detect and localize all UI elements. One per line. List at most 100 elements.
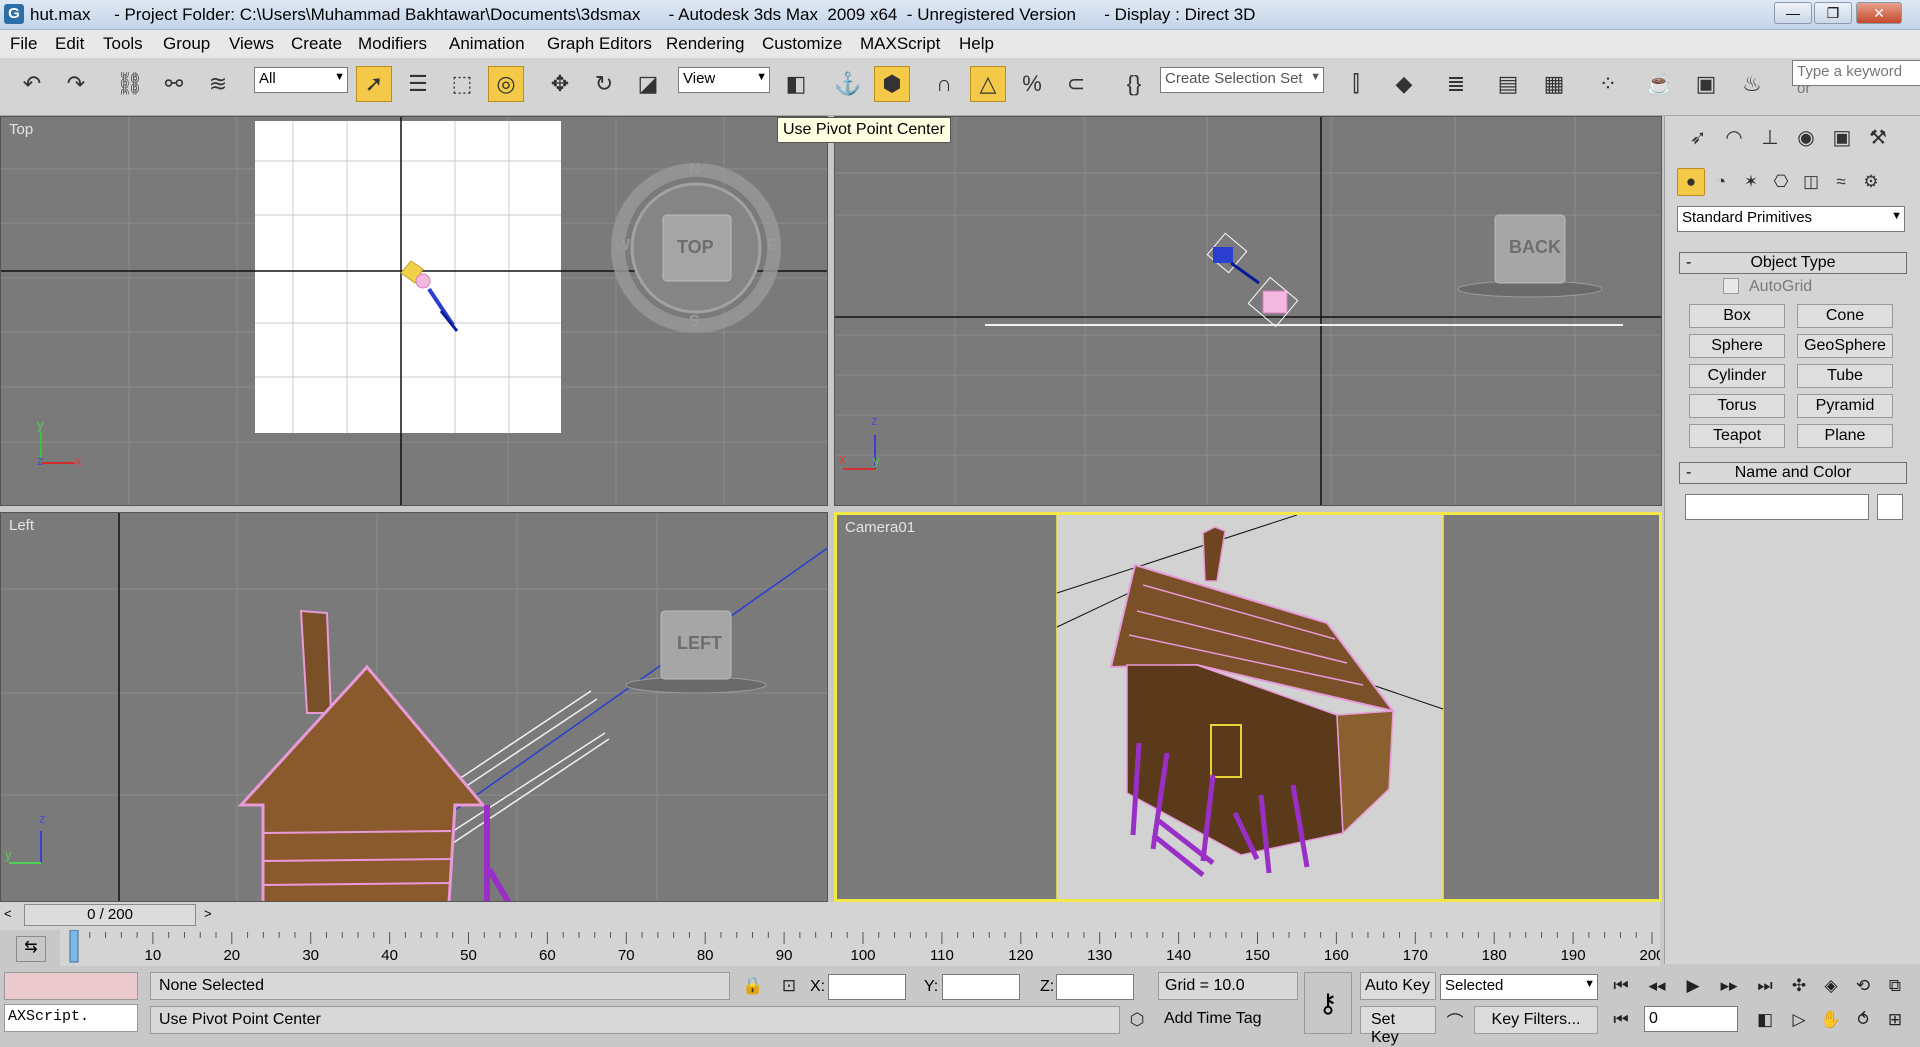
redo-icon[interactable]: ↷ [58, 66, 94, 102]
manipulate-icon[interactable]: ⚓ [830, 66, 866, 102]
auto-key-button[interactable]: Auto Key [1360, 972, 1436, 1000]
mirror-icon[interactable]: ⫿ [1338, 66, 1374, 102]
teapot-button[interactable]: Teapot [1689, 424, 1785, 448]
play-icon[interactable]: ▶ [1678, 972, 1708, 1000]
menu-create[interactable]: Create [291, 34, 342, 54]
cylinder-button[interactable]: Cylinder [1689, 364, 1785, 388]
viewport-camera[interactable]: Camera01 [834, 512, 1662, 902]
set-key-button[interactable]: Set Key [1360, 1006, 1436, 1046]
motion-tab-icon[interactable]: ◉ [1791, 122, 1821, 152]
snaps-toggle-icon[interactable]: ∩ [926, 66, 962, 102]
geosphere-button[interactable]: GeoSphere [1797, 334, 1893, 358]
align-icon[interactable]: ◆ [1386, 66, 1422, 102]
go-to-start-icon[interactable]: ⏮ [1606, 972, 1636, 1000]
select-and-link-icon[interactable]: ⛓ [112, 66, 148, 102]
menu-edit[interactable]: Edit [55, 34, 84, 54]
arc-rotate-icon[interactable]: ⟲ [1848, 972, 1878, 1000]
undo-icon[interactable]: ↶ [14, 66, 50, 102]
menu-rendering[interactable]: Rendering [666, 34, 744, 54]
menu-animation[interactable]: Animation [449, 34, 525, 54]
shapes-icon[interactable]: ◔ [1707, 168, 1735, 196]
menu-file[interactable]: File [10, 34, 37, 54]
quick-render-icon[interactable]: ♨ [1734, 66, 1770, 102]
menu-group[interactable]: Group [163, 34, 210, 54]
tube-button[interactable]: Tube [1797, 364, 1893, 388]
current-frame-input[interactable]: 0 [1644, 1006, 1738, 1032]
object-name-input[interactable] [1685, 494, 1869, 520]
time-configuration-icon[interactable]: ◧ [1750, 1006, 1780, 1034]
zoom-extents-icon[interactable]: ⧉ [1880, 972, 1910, 1000]
autogrid-checkbox[interactable] [1723, 278, 1739, 294]
unlink-icon[interactable]: ⚯ [156, 66, 192, 102]
close-button[interactable]: ✕ [1856, 2, 1902, 24]
go-to-end-icon[interactable]: ⏭ [1750, 972, 1780, 1000]
curve-editor-icon[interactable]: ▤ [1490, 66, 1526, 102]
use-pivot-point-center-icon[interactable]: ◧ [778, 66, 814, 102]
render-setup-icon[interactable]: ☕ [1642, 66, 1678, 102]
time-slider-thumb[interactable]: 0 / 200 [24, 904, 196, 926]
cameras-icon[interactable]: ⎔ [1767, 168, 1795, 196]
z-coordinate-input[interactable] [1056, 974, 1134, 1000]
rendered-frame-window-icon[interactable]: ▣ [1688, 66, 1724, 102]
selection-filter-dropdown[interactable]: All ▼ [254, 67, 348, 93]
maxscript-mini-listener[interactable]: AXScript. [4, 1004, 138, 1032]
next-frame-icon[interactable]: ▸▸ [1714, 972, 1744, 1000]
cone-button[interactable]: Cone [1797, 304, 1893, 328]
window-crossing-icon[interactable]: ◎ [488, 66, 524, 102]
view-cube-face[interactable]: TOP [677, 237, 714, 258]
select-object-icon[interactable]: ➚ [356, 66, 392, 102]
keyboard-shortcut-override-icon[interactable]: ⬢ [874, 66, 910, 102]
geometry-icon[interactable]: ● [1677, 168, 1705, 196]
menu-tools[interactable]: Tools [103, 34, 143, 54]
view-cube-face[interactable]: LEFT [677, 633, 722, 654]
y-coordinate-input[interactable] [942, 974, 1020, 1000]
key-mode-toggle-icon[interactable]: ⏮ [1606, 1006, 1636, 1034]
viewport-top[interactable]: Top TOP N S E W y z x [0, 116, 828, 506]
app-icon[interactable]: G [4, 4, 24, 24]
systems-icon[interactable]: ⚙ [1857, 168, 1885, 196]
menu-graph-editors[interactable]: Graph Editors [547, 34, 652, 54]
modify-tab-icon[interactable]: ◠ [1719, 122, 1749, 152]
spinner-snap-icon[interactable]: ⊂ [1058, 66, 1094, 102]
time-slider[interactable]: < 0 / 200 > [0, 902, 1660, 930]
zoom-all-icon[interactable]: ◈ [1816, 972, 1846, 1000]
display-tab-icon[interactable]: ▣ [1827, 122, 1857, 152]
edit-named-selection-icon[interactable]: {} [1116, 66, 1152, 102]
menu-customize[interactable]: Customize [762, 34, 842, 54]
viewport-back[interactable]: BACK z x y [834, 116, 1662, 506]
move-icon[interactable]: ✥ [542, 66, 578, 102]
menu-help[interactable]: Help [959, 34, 994, 54]
time-tag-icon[interactable]: ⬡ [1122, 1006, 1152, 1034]
viewport-left[interactable]: Left LEFT z y [0, 512, 828, 902]
pyramid-button[interactable]: Pyramid [1797, 394, 1893, 418]
plane-button[interactable]: Plane [1797, 424, 1893, 448]
viewport-label-left[interactable]: Left [9, 517, 34, 534]
box-button[interactable]: Box [1689, 304, 1785, 328]
utilities-tab-icon[interactable]: ⚒ [1863, 122, 1893, 152]
category-dropdown[interactable]: Standard Primitives ▼ [1677, 206, 1905, 232]
lights-icon[interactable]: ✶ [1737, 168, 1765, 196]
set-key-icon[interactable]: ⚷ [1304, 972, 1352, 1034]
previous-frame-icon[interactable]: ◂◂ [1642, 972, 1672, 1000]
object-type-rollout-header[interactable]: - Object Type [1679, 252, 1907, 274]
lock-icon[interactable]: 🔒 [738, 972, 768, 1000]
torus-button[interactable]: Torus [1689, 394, 1785, 418]
name-color-rollout-header[interactable]: - Name and Color [1679, 462, 1907, 484]
keyword-search-input[interactable]: Type a keyword or [1792, 60, 1920, 97]
hierarchy-tab-icon[interactable]: ⊥ [1755, 122, 1785, 152]
key-mode-dropdown[interactable]: Selected ▼ [1440, 974, 1598, 1000]
view-cube-face[interactable]: BACK [1509, 237, 1561, 258]
track-bar[interactable]: 10 20 30 40 50 60 70 80 90 100 110 120 130 140 150 160 1… [60, 929, 1665, 966]
rectangular-selection-icon[interactable]: ⬚ [444, 66, 480, 102]
restore-button[interactable]: ❐ [1814, 2, 1852, 24]
maximize-viewport-icon[interactable]: ⊞ [1880, 1006, 1910, 1034]
named-selection-set-dropdown[interactable]: Create Selection Set ▼ [1160, 67, 1324, 93]
layer-manager-icon[interactable]: ≣ [1438, 66, 1474, 102]
schematic-view-icon[interactable]: ▦ [1536, 66, 1572, 102]
tangent-icon[interactable]: ⌒ [1440, 1006, 1470, 1034]
orbit-icon[interactable]: ⥀ [1848, 1006, 1878, 1034]
scale-icon[interactable]: ◪ [630, 66, 666, 102]
field-of-view-icon[interactable]: ▷ [1784, 1006, 1814, 1034]
maxscript-listener-pink[interactable] [4, 972, 138, 1000]
pan-icon[interactable]: ✋ [1816, 1006, 1846, 1034]
